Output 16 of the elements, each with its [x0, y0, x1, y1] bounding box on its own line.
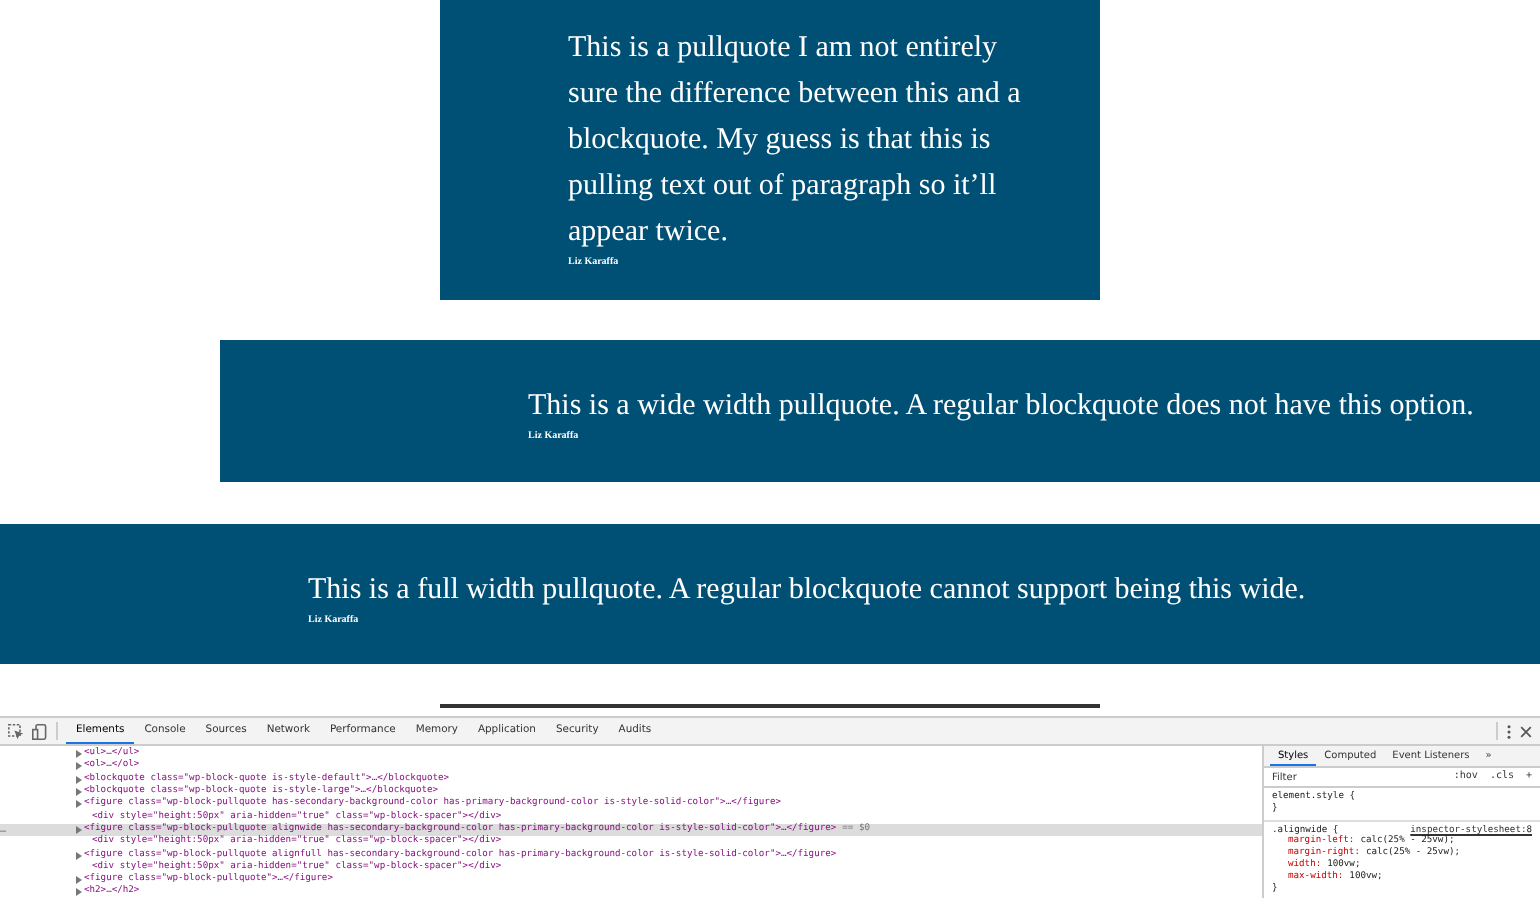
expand-arrow-icon[interactable] — [76, 876, 82, 885]
inspect-icon[interactable] — [8, 723, 24, 739]
expand-arrow-icon[interactable] — [76, 762, 82, 771]
expand-arrow-icon[interactable] — [76, 825, 82, 834]
device-icon[interactable] — [32, 723, 48, 739]
more-options-icon[interactable] — [1506, 723, 1512, 739]
expand-arrow-icon[interactable] — [76, 775, 82, 784]
quote-text: This is a pullquote I am not entirely sure the difference between this and a blockquote. My guess is that this is pulling text out of paragraph so it’ll appear twice. — [568, 30, 1023, 252]
expand-arrow-icon[interactable] — [76, 851, 82, 860]
expand-arrow-icon[interactable] — [76, 788, 82, 797]
expand-arrow-icon[interactable] — [76, 800, 82, 809]
close-icon[interactable] — [1520, 725, 1532, 737]
expand-arrow-icon[interactable] — [76, 750, 82, 759]
quote-text: This is a wide width pullquote. A regular blockquote does not have this option. — [528, 388, 1476, 426]
quote-text: This is a full width pullquote. A regular blockquote cannot support being this wide. — [308, 572, 1308, 610]
expand-arrow-icon[interactable] — [76, 888, 82, 897]
